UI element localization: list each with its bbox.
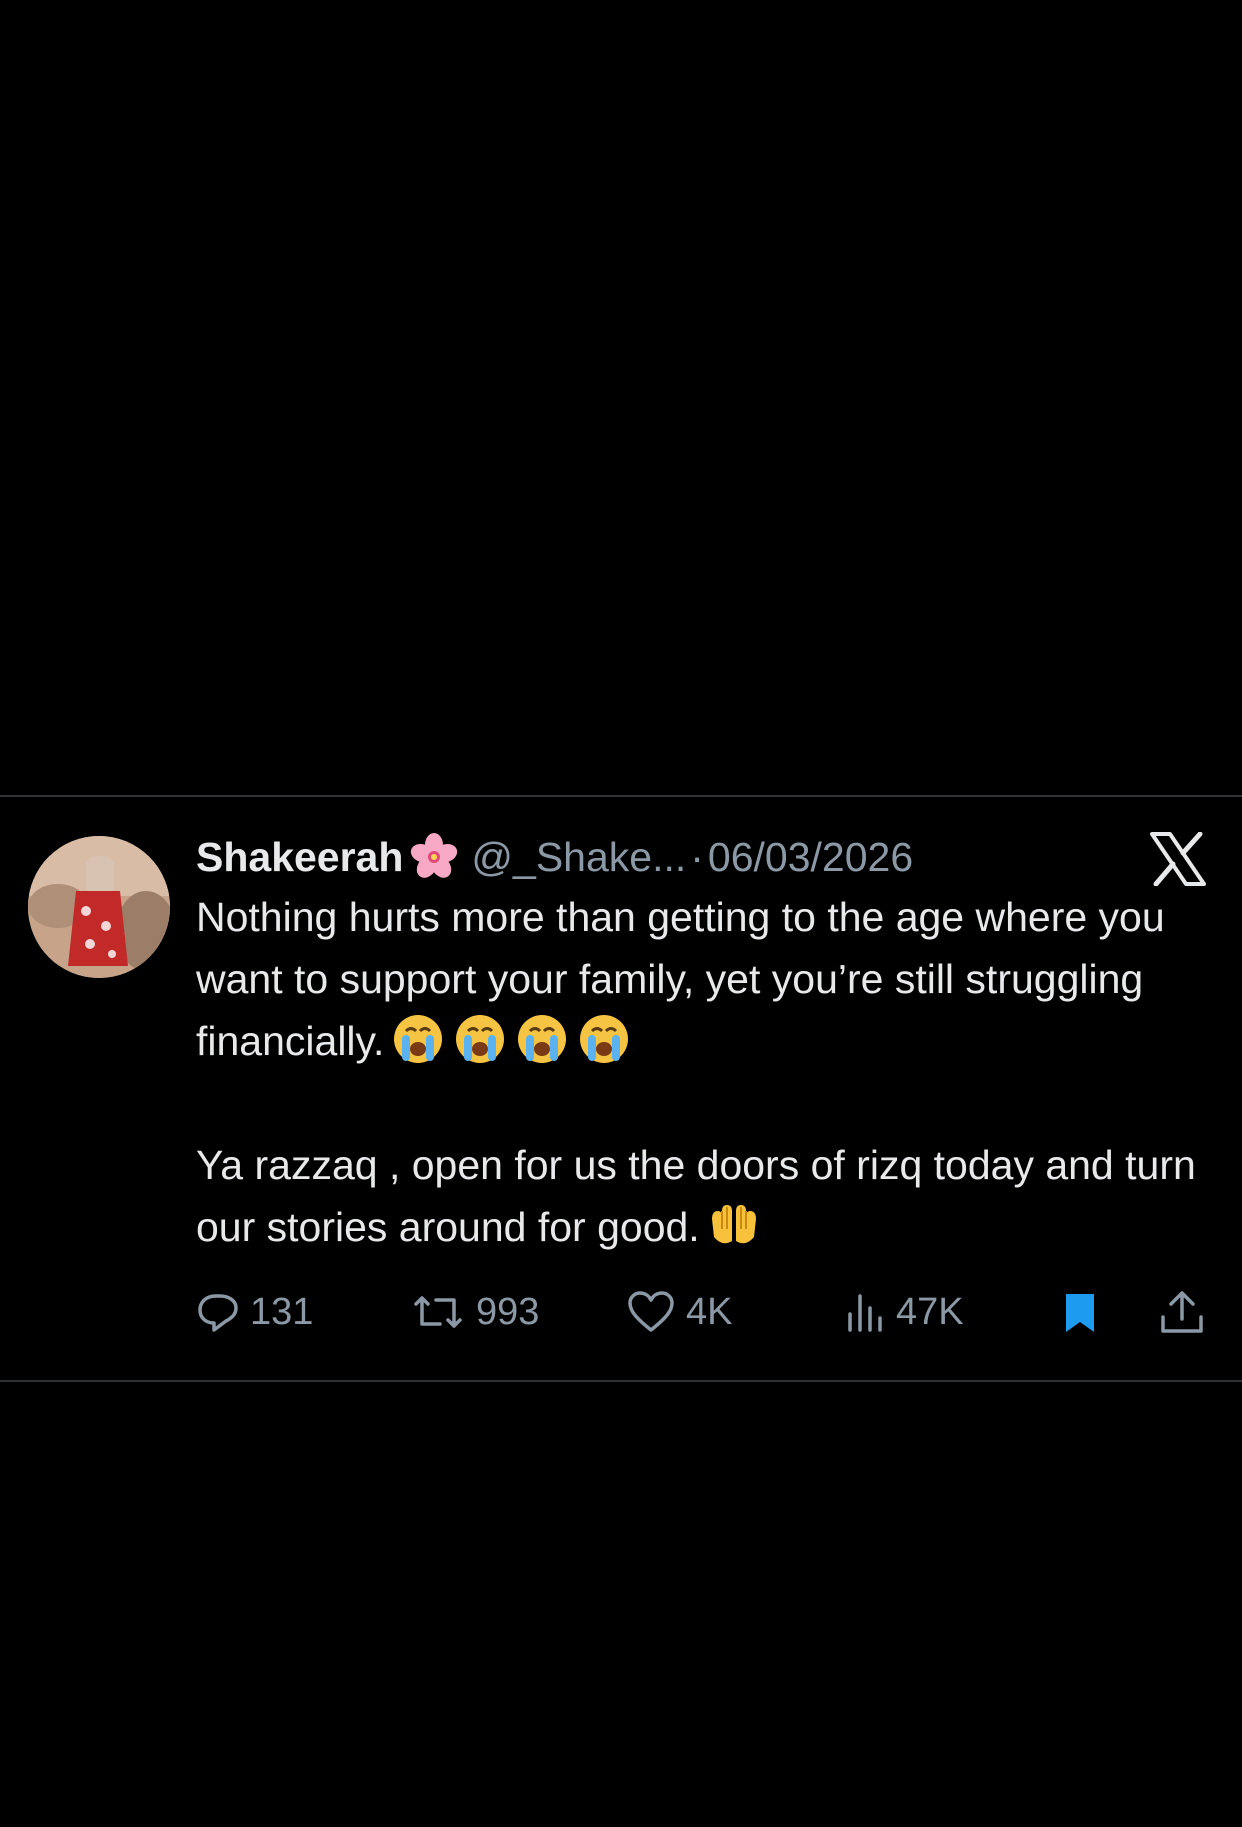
tweet-actions: 131 993 4K 47K (196, 1288, 1216, 1336)
share-icon (1158, 1289, 1206, 1335)
views-count: 47K (896, 1290, 964, 1333)
header-separator: · (690, 834, 704, 880)
cherry-blossom-icon (407, 833, 461, 881)
post-date[interactable]: 06/03/2026 (708, 828, 913, 886)
tweet-paragraph-1: Nothing hurts more than getting to the a… (196, 886, 1196, 1072)
palms-up-together-icon (706, 1197, 762, 1253)
bottom-divider (0, 1380, 1242, 1382)
tweet-paragraph-1-text: Nothing hurts more than getting to the a… (196, 894, 1165, 1064)
loudly-crying-face-icon (452, 1011, 508, 1067)
loudly-crying-face-icon (514, 1011, 570, 1067)
tweet-header: Shakeerah @_Shake... · 06/03/2026 (196, 828, 1196, 886)
display-name[interactable]: Shakeerah (196, 828, 403, 886)
heart-icon (626, 1290, 676, 1334)
share-button[interactable] (1158, 1288, 1206, 1336)
like-count: 4K (686, 1290, 733, 1333)
tweet-content: Shakeerah @_Shake... · 06/03/2026 Nothin… (196, 828, 1196, 1258)
like-button[interactable]: 4K (626, 1288, 732, 1336)
tweet-paragraph-2: Ya razzaq , open for us the doors of riz… (196, 1134, 1196, 1258)
reply-count: 131 (250, 1290, 314, 1333)
loudly-crying-face-icon (576, 1011, 632, 1067)
tweet-text: Nothing hurts more than getting to the a… (196, 886, 1196, 1258)
repost-icon (410, 1290, 466, 1334)
views-icon (842, 1290, 886, 1334)
tweet-paragraph-2-text: Ya razzaq , open for us the doors of riz… (196, 1142, 1196, 1250)
reply-icon (196, 1290, 240, 1334)
repost-button[interactable]: 993 (410, 1288, 539, 1336)
user-handle[interactable]: @_Shake... (471, 828, 686, 886)
repost-count: 993 (476, 1290, 540, 1333)
loudly-crying-face-icon (390, 1011, 446, 1067)
bookmark-button[interactable] (1058, 1288, 1102, 1336)
reply-button[interactable]: 131 (196, 1288, 313, 1336)
bookmark-icon (1058, 1290, 1102, 1334)
views-button[interactable]: 47K (842, 1288, 964, 1336)
avatar[interactable] (28, 836, 170, 978)
x-logo-icon (1149, 831, 1207, 887)
